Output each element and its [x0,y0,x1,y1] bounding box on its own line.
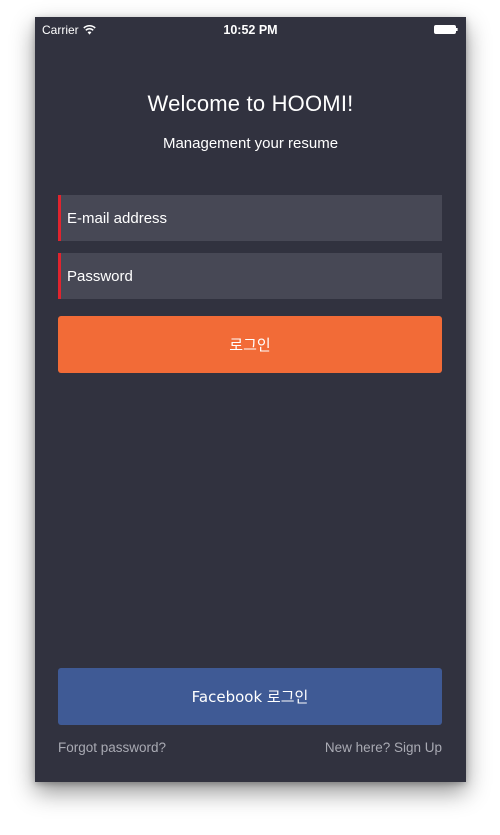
welcome-subtitle: Management your resume [162,135,339,152]
status-time: 10:52 PM [223,23,278,37]
facebook-login-button[interactable]: Facebook 로그인 [58,668,442,725]
sign-up-link[interactable]: New here? Sign Up [325,740,442,755]
email-field [58,195,442,241]
battery-icon [434,25,458,34]
email-input[interactable] [61,195,442,241]
phone-screen: Carrier 10:52 PM Welcome to HOOMI! Manag… [35,17,466,782]
welcome-title: Welcome to HOOMI! [147,91,354,116]
status-bar: Carrier 10:52 PM [35,17,466,43]
login-button[interactable]: 로그인 [58,316,442,373]
password-input[interactable] [61,253,442,299]
password-field [58,253,442,299]
forgot-password-link[interactable]: Forgot password? [58,740,166,755]
